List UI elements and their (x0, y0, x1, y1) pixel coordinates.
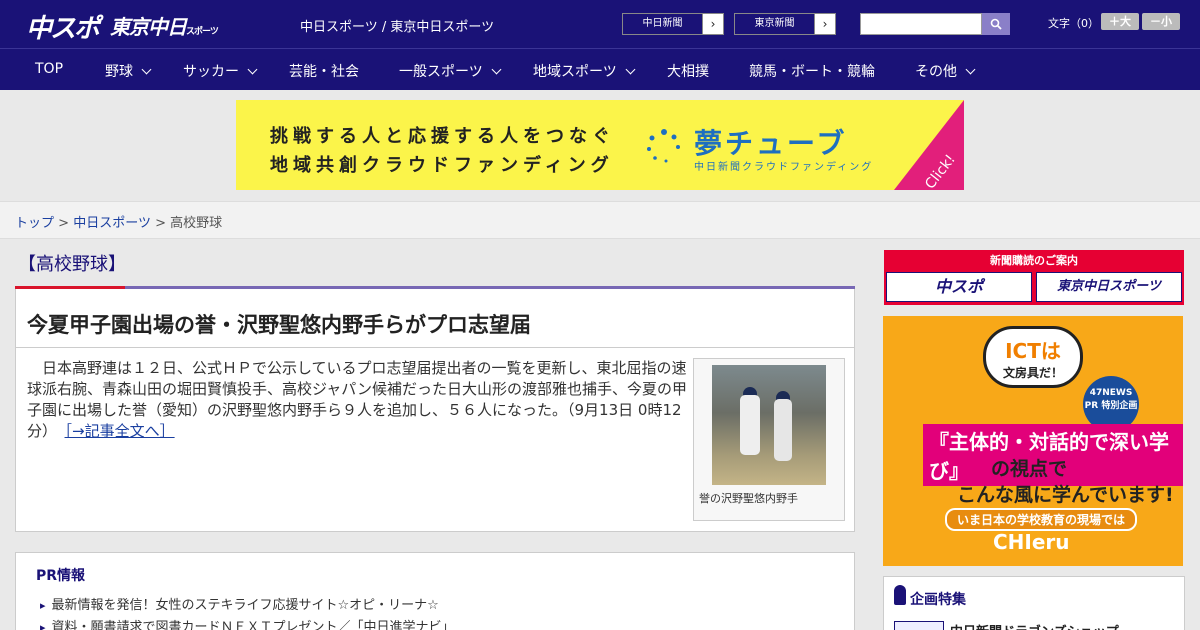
subscribe-chuspo-button[interactable]: 中スポ (886, 272, 1032, 302)
ad-bubble-small: 文房具だ！ (1002, 366, 1063, 380)
banner-area: 挑戦する人と応援する人をつなぐ 地域共創クラウドファンディング 夢チューブ 中日… (0, 90, 1200, 201)
feature-title: 企画特集 (910, 592, 966, 608)
breadcrumb-home[interactable]: トップ (15, 216, 54, 231)
dots-logo-icon (647, 129, 680, 163)
chevron-right-icon: › (822, 17, 828, 31)
nav-label: 競馬・ボート・競輪 (749, 64, 875, 80)
crowdfunding-banner[interactable]: 挑戦する人と応援する人をつなぐ 地域共創クラウドファンディング 夢チューブ 中日… (236, 100, 964, 190)
font-size-label: 文字（0） (1048, 17, 1099, 30)
feature-item[interactable]: 中日新聞ドラゴンズショップ (950, 621, 1119, 630)
nav-label: 大相撲 (667, 64, 709, 80)
search-button[interactable] (982, 13, 1010, 35)
search-input[interactable] (860, 13, 982, 35)
font-smaller-button[interactable]: －小 (1142, 13, 1180, 30)
nav-soccer[interactable]: サッカー (183, 61, 258, 81)
tokyo-shinbun-label: 東京新聞 (735, 14, 815, 34)
breadcrumb: トップ > 中日スポーツ > 高校野球 (0, 201, 1200, 239)
nav-sumo[interactable]: 大相撲 (667, 61, 709, 81)
top-header: 中スポ 東京中日スポーツ 中日スポーツ / 東京中日スポーツ 中日新聞 › 東京… (0, 0, 1200, 48)
article-photo[interactable] (712, 365, 826, 485)
chunichi-shinbun-label: 中日新聞 (623, 14, 703, 34)
tokyo-shinbun-button[interactable]: 東京新聞 › (734, 13, 836, 35)
nav-label: TOP (35, 61, 64, 77)
section-title: 【高校野球】 (18, 254, 126, 275)
ad-bubble: ICTは文房具だ！ (983, 326, 1083, 388)
tokyo-logo-text: 東京中日 (110, 15, 187, 39)
banner-line1: 挑戦する人と応援する人をつなぐ (270, 126, 615, 147)
ict-ad[interactable]: ICTは 文房具だ！ 47NEWS PR 特別企画 『主体的・対話的で深い学び』 … (883, 316, 1183, 566)
chevron-down-icon (141, 64, 152, 75)
nav-label: 芸能・社会 (289, 64, 359, 80)
chunichi-shinbun-button[interactable]: 中日新聞 › (622, 13, 724, 35)
subscription-box: 新聞購読のご案内 中スポ 東京中日スポーツ (884, 250, 1184, 305)
site-links[interactable]: 中日スポーツ / 東京中日スポーツ (300, 16, 494, 35)
nav-entertainment[interactable]: 芸能・社会 (289, 61, 359, 81)
nav-baseball[interactable]: 野球 (105, 61, 152, 81)
article-headline[interactable]: 今夏甲子園出場の誉・沢野聖悠内野手らがプロ志望届 (27, 309, 531, 339)
ad-bubble-text: ICTは (1005, 339, 1061, 363)
pr-item[interactable]: 最新情報を発信！女性のステキライフ応援サイト☆オピ・リーナ☆ (40, 594, 439, 613)
banner-line2: 地域共創クラウドファンディング (270, 155, 614, 176)
ad-line2: の視点で (991, 458, 1068, 480)
banner-sub: 中日新聞クラウドファンディング (694, 162, 874, 173)
nav-label: 地域スポーツ (533, 64, 617, 80)
tokyo-logo-small: スポーツ (186, 27, 219, 37)
feature-thumbnail[interactable] (894, 621, 944, 630)
subscription-heading: 新聞購読のご案内 (990, 254, 1078, 267)
nav-top[interactable]: TOP (35, 61, 63, 77)
pr-title: PR情報 (36, 568, 86, 584)
nav-label: サッカー (183, 64, 239, 80)
breadcrumb-current: 高校野球 (170, 216, 223, 231)
nav-label: その他 (915, 64, 957, 80)
player-figure (740, 395, 760, 455)
nav-racing[interactable]: 競馬・ボート・競輪 (749, 61, 875, 81)
breadcrumb-separator: > (155, 216, 166, 231)
breadcrumb-section[interactable]: 中日スポーツ (73, 216, 151, 231)
chevron-down-icon (247, 64, 258, 75)
nav-other[interactable]: その他 (915, 61, 976, 81)
ad-line3: こんな風に学んでいます! (957, 484, 1174, 506)
article-body: 日本高野連は１２日、公式ＨＰで公示しているプロ志望届提出者の一覧を更新し、東北屈… (27, 358, 687, 442)
player-figure (774, 399, 792, 461)
article-card: 今夏甲子園出場の誉・沢野聖悠内野手らがプロ志望届 日本高野連は１２日、公式ＨＰで… (15, 289, 855, 532)
chevron-down-icon (625, 64, 636, 75)
nav-label: 一般スポーツ (399, 64, 483, 80)
ad-line4: いま日本の学校教育の現場では (945, 508, 1138, 531)
ad-line5: CHIeru (993, 530, 1070, 554)
read-more-link[interactable]: ［→記事全文へ］ (65, 422, 175, 440)
main-nav: TOP 野球 サッカー 芸能・社会 一般スポーツ 地域スポーツ 大相撲 競馬・ボ… (0, 48, 1200, 90)
nav-general-sports[interactable]: 一般スポーツ (399, 61, 502, 81)
search-icon (990, 18, 1002, 30)
ribbon-icon (894, 585, 906, 605)
photo-box[interactable]: 誉の沢野聖悠内野手 (693, 358, 845, 521)
tokyo-chunichi-logo[interactable]: 東京中日スポーツ (110, 11, 219, 40)
chevron-right-icon: › (710, 17, 716, 31)
breadcrumb-separator: > (58, 216, 70, 231)
chevron-down-icon (491, 64, 502, 75)
chuspo-logo[interactable]: 中スポ (26, 8, 100, 45)
banner-brand: 夢チューブ (694, 127, 848, 160)
nav-label: 野球 (105, 64, 133, 80)
nav-local-sports[interactable]: 地域スポーツ (533, 61, 636, 81)
divider (16, 347, 854, 348)
font-larger-button[interactable]: ＋大 (1101, 13, 1139, 30)
chevron-down-icon (965, 64, 976, 75)
feature-box: 企画特集 中日新聞ドラゴンズショップ (883, 576, 1185, 630)
photo-caption: 誉の沢野聖悠内野手 (699, 492, 798, 505)
pr-item[interactable]: 資料・願書請求で図書カードＮＥＸＴプレゼント／「中日進学ナビ」 (40, 616, 455, 630)
subscribe-tokyo-button[interactable]: 東京中日スポーツ (1036, 272, 1182, 302)
pr-card: PR情報 最新情報を発信！女性のステキライフ応援サイト☆オピ・リーナ☆ 資料・願… (15, 552, 855, 630)
